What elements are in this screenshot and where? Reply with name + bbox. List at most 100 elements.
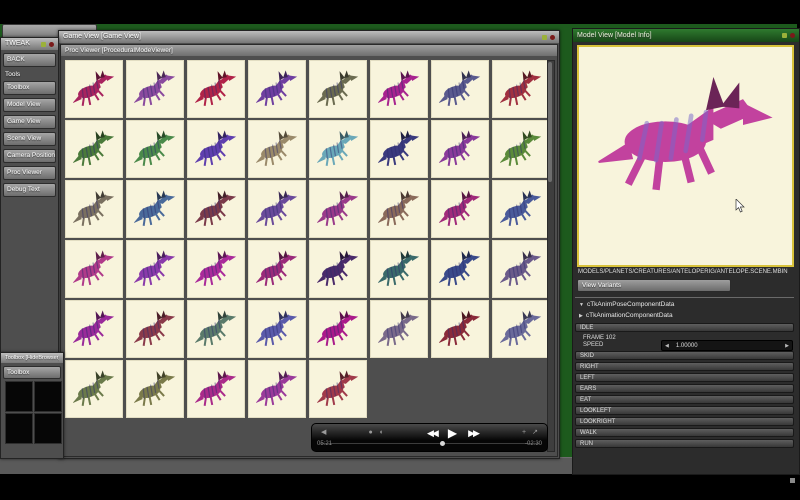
creature-thumbnail[interactable] bbox=[309, 180, 367, 238]
creature-thumbnail[interactable] bbox=[370, 180, 428, 238]
creature-sprite-icon bbox=[438, 130, 481, 166]
creature-thumbnail[interactable] bbox=[65, 360, 123, 418]
anim-row-eat[interactable]: EAT bbox=[575, 395, 794, 404]
view-variants-button[interactable]: View Variants bbox=[577, 279, 731, 292]
speaker-icon[interactable]: ◖ bbox=[379, 427, 383, 439]
creature-thumbnail[interactable] bbox=[309, 240, 367, 298]
minimize-icon[interactable] bbox=[782, 33, 787, 38]
creature-thumbnail[interactable] bbox=[492, 300, 550, 358]
minimize-icon[interactable] bbox=[542, 34, 547, 40]
sidebar-button-camera-position[interactable]: Camera Position bbox=[3, 149, 56, 163]
anim-row-lookleft[interactable]: LOOKLEFT bbox=[575, 406, 794, 415]
creature-thumbnail[interactable] bbox=[309, 300, 367, 358]
creature-thumbnail[interactable] bbox=[492, 120, 550, 178]
sidebar-button-proc-viewer[interactable]: Proc Viewer bbox=[3, 166, 56, 180]
toolbox-titlebar[interactable]: Toolbox [HideBrowser] bbox=[1, 353, 63, 363]
creature-thumbnail[interactable] bbox=[187, 60, 245, 118]
creature-thumbnail[interactable] bbox=[492, 180, 550, 238]
creature-thumbnail[interactable] bbox=[248, 120, 306, 178]
anim-row-skid[interactable]: SKID bbox=[575, 351, 794, 360]
rewind-button[interactable]: ◀◀ bbox=[427, 427, 439, 439]
creature-thumbnail[interactable] bbox=[431, 240, 489, 298]
creature-thumbnail[interactable] bbox=[126, 240, 184, 298]
creature-thumbnail[interactable] bbox=[492, 60, 550, 118]
close-icon[interactable] bbox=[790, 33, 795, 38]
model-viewport[interactable] bbox=[577, 45, 794, 267]
creature-thumbnail[interactable] bbox=[126, 180, 184, 238]
spinner-right-icon[interactable]: ▶ bbox=[782, 343, 792, 349]
scrubber-handle[interactable] bbox=[440, 441, 446, 446]
grid-scrollbar[interactable] bbox=[547, 60, 555, 452]
creature-thumbnail[interactable] bbox=[309, 360, 367, 418]
close-icon[interactable] bbox=[550, 34, 555, 40]
record-icon[interactable]: ● bbox=[368, 427, 372, 439]
close-icon[interactable] bbox=[49, 41, 54, 47]
creature-thumbnail[interactable] bbox=[187, 120, 245, 178]
creature-thumbnail[interactable] bbox=[187, 300, 245, 358]
anim-row-idle[interactable]: IDLE bbox=[575, 323, 794, 332]
toolbox-slot[interactable] bbox=[34, 413, 62, 444]
creature-thumbnail[interactable] bbox=[431, 300, 489, 358]
creature-thumbnail[interactable] bbox=[126, 120, 184, 178]
volume-icon[interactable]: + bbox=[522, 427, 526, 439]
creature-thumbnail[interactable] bbox=[370, 300, 428, 358]
sidebar-button-model-view[interactable]: Model View bbox=[3, 98, 56, 112]
tweak-titlebar[interactable]: TWEAK bbox=[1, 38, 58, 50]
fast-forward-button[interactable]: ▶▶ bbox=[468, 427, 480, 439]
anim-row-left[interactable]: LEFT bbox=[575, 373, 794, 382]
proc-viewer-titlebar[interactable]: Proc Viewer [ProceduralModeViewer] bbox=[61, 45, 557, 56]
resize-grip[interactable] bbox=[790, 478, 795, 483]
creature-sprite-icon bbox=[133, 370, 176, 406]
step-back-icon[interactable]: ◀ bbox=[321, 427, 326, 439]
creature-thumbnail[interactable] bbox=[187, 240, 245, 298]
creature-thumbnail[interactable] bbox=[65, 60, 123, 118]
anim-row-right[interactable]: RIGHT bbox=[575, 362, 794, 371]
toolbox-slot[interactable] bbox=[5, 381, 33, 412]
model-view-titlebar[interactable]: Model View [Model Info] bbox=[573, 29, 799, 42]
creature-thumbnail[interactable] bbox=[65, 180, 123, 238]
component-row-animpose[interactable]: ▼ cTkAnimPoseComponentData bbox=[579, 301, 674, 311]
creature-thumbnail[interactable] bbox=[492, 240, 550, 298]
sidebar-button-debug-text[interactable]: Debug Text bbox=[3, 183, 56, 197]
creature-thumbnail[interactable] bbox=[248, 60, 306, 118]
sidebar-button-game-view[interactable]: Game View bbox=[3, 115, 56, 129]
anim-row-ears[interactable]: EARS bbox=[575, 384, 794, 393]
anim-row-run[interactable]: RUN bbox=[575, 439, 794, 448]
toolbox-button[interactable]: Toolbox bbox=[3, 366, 61, 379]
sidebar-button-back[interactable]: BACK bbox=[3, 53, 56, 67]
creature-thumbnail[interactable] bbox=[65, 240, 123, 298]
creature-thumbnail[interactable] bbox=[65, 120, 123, 178]
creature-thumbnail[interactable] bbox=[187, 180, 245, 238]
game-view-titlebar[interactable]: Game View [Game View] bbox=[59, 31, 559, 43]
toolbox-slot[interactable] bbox=[5, 413, 33, 444]
spinner-left-icon[interactable]: ◀ bbox=[662, 343, 672, 349]
toolbox-slot[interactable] bbox=[34, 381, 62, 412]
creature-thumbnail[interactable] bbox=[187, 360, 245, 418]
creature-thumbnail[interactable] bbox=[309, 60, 367, 118]
component-row-animation[interactable]: ▶ cTkAnimationComponentData bbox=[579, 312, 673, 322]
creature-thumbnail[interactable] bbox=[370, 240, 428, 298]
creature-thumbnail[interactable] bbox=[431, 120, 489, 178]
play-button[interactable]: ▶ bbox=[448, 427, 457, 439]
creature-thumbnail[interactable] bbox=[431, 60, 489, 118]
creature-thumbnail[interactable] bbox=[248, 180, 306, 238]
creature-thumbnail[interactable] bbox=[126, 60, 184, 118]
creature-thumbnail[interactable] bbox=[431, 180, 489, 238]
creature-thumbnail[interactable] bbox=[248, 360, 306, 418]
creature-thumbnail[interactable] bbox=[126, 360, 184, 418]
creature-thumbnail[interactable] bbox=[248, 240, 306, 298]
creature-thumbnail[interactable] bbox=[65, 300, 123, 358]
fullscreen-icon[interactable]: ↗ bbox=[532, 427, 538, 439]
sidebar-button-scene-view[interactable]: Scene View bbox=[3, 132, 56, 146]
anim-row-walk[interactable]: WALK bbox=[575, 428, 794, 437]
creature-thumbnail[interactable] bbox=[309, 120, 367, 178]
anim-row-lookright[interactable]: LOOKRIGHT bbox=[575, 417, 794, 426]
sidebar-button-toolbox[interactable]: Toolbox bbox=[3, 81, 56, 95]
scrubber-track[interactable] bbox=[320, 441, 539, 446]
creature-thumbnail[interactable] bbox=[370, 60, 428, 118]
creature-thumbnail[interactable] bbox=[248, 300, 306, 358]
speed-spinner[interactable]: ◀ 1.00000 ▶ bbox=[661, 340, 793, 351]
minimize-icon[interactable] bbox=[41, 41, 46, 47]
creature-thumbnail[interactable] bbox=[370, 120, 428, 178]
creature-thumbnail[interactable] bbox=[126, 300, 184, 358]
